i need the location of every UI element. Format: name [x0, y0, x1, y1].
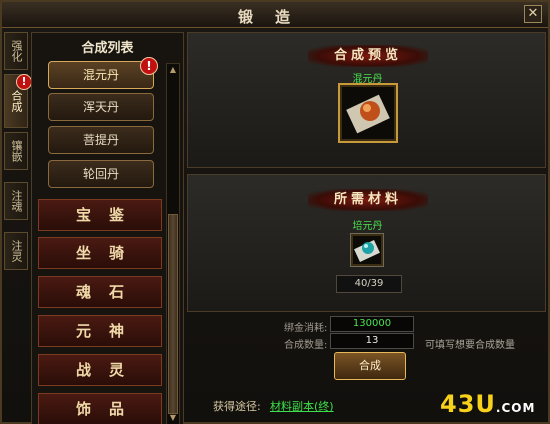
list-header: 合成列表	[81, 41, 134, 56]
title-bar: 锻造 ✕	[2, 2, 548, 28]
preview-item-slot[interactable]	[338, 83, 398, 143]
material-count: 40/39	[336, 275, 402, 293]
list-item-huntiandan[interactable]: 浑天丹	[48, 93, 154, 121]
category-hunshi[interactable]: 魂石	[38, 276, 162, 308]
materials-title: 所需材料	[308, 189, 428, 211]
cost-value: 130000	[330, 316, 414, 332]
synthesize-button[interactable]: 合成	[334, 352, 406, 380]
category-yuanshen[interactable]: 元神	[38, 315, 162, 347]
material-item-slot[interactable]	[350, 233, 384, 267]
material-pill-icon	[354, 240, 380, 262]
preview-panel: 合成预览 混元丹	[187, 32, 546, 168]
quantity-input[interactable]: 13	[330, 333, 414, 349]
window-title: 锻造	[237, 8, 312, 26]
list-alert-badge: !	[140, 57, 158, 75]
site-watermark-logo: 43U.COM	[440, 390, 550, 420]
scroll-up-icon[interactable]: ▲	[168, 65, 178, 75]
watermark-main: 43U	[440, 390, 496, 418]
list-item-lunhuidan[interactable]: 轮回丹	[48, 160, 154, 188]
cost-label: 绑金消耗:	[284, 323, 328, 334]
quantity-label: 合成数量:	[284, 340, 328, 351]
tab-spirit[interactable]: 注灵	[4, 232, 28, 270]
tab-inlay[interactable]: 镶嵌	[4, 132, 28, 170]
synthesis-list-panel: 合成列表 混元丹 ! 浑天丹 菩提丹 轮回丹 宝鉴 坐骑 魂石 元神 战灵 饰品…	[31, 32, 184, 424]
close-button[interactable]: ✕	[524, 5, 542, 23]
category-zuoqi[interactable]: 坐骑	[38, 237, 162, 269]
obtain-link[interactable]: 材料副本(终)	[270, 398, 334, 414]
list-item-hunyuandan[interactable]: 混元丹	[48, 61, 154, 89]
category-zhanling[interactable]: 战灵	[38, 354, 162, 386]
forge-window: 锻造 ✕ 强化 合成 ! 镶嵌 注魂 注灵 合成列表 混元丹 ! 浑天丹 菩提丹…	[0, 0, 550, 424]
tab-strengthen[interactable]: 强化	[4, 32, 28, 70]
category-baojian[interactable]: 宝鉴	[38, 199, 162, 231]
scroll-down-icon[interactable]: ▼	[168, 413, 178, 423]
category-shipin[interactable]: 饰品	[38, 393, 162, 424]
watermark-suffix: .COM	[495, 401, 536, 415]
material-item-name: 培元丹	[352, 221, 383, 232]
scroll-thumb[interactable]	[168, 214, 178, 414]
materials-panel: 所需材料 培元丹 40/39	[187, 174, 546, 312]
list-scrollbar[interactable]: ▲ ▼	[166, 63, 180, 424]
preview-title: 合成预览	[308, 45, 428, 67]
quantity-hint: 可填写想要合成数量	[425, 340, 515, 351]
pill-icon	[346, 94, 390, 134]
obtain-label: 获得途径:	[213, 400, 261, 413]
tab-alert-badge: !	[16, 74, 32, 90]
list-item-putidan[interactable]: 菩提丹	[48, 126, 154, 154]
tab-soul[interactable]: 注魂	[4, 182, 28, 220]
